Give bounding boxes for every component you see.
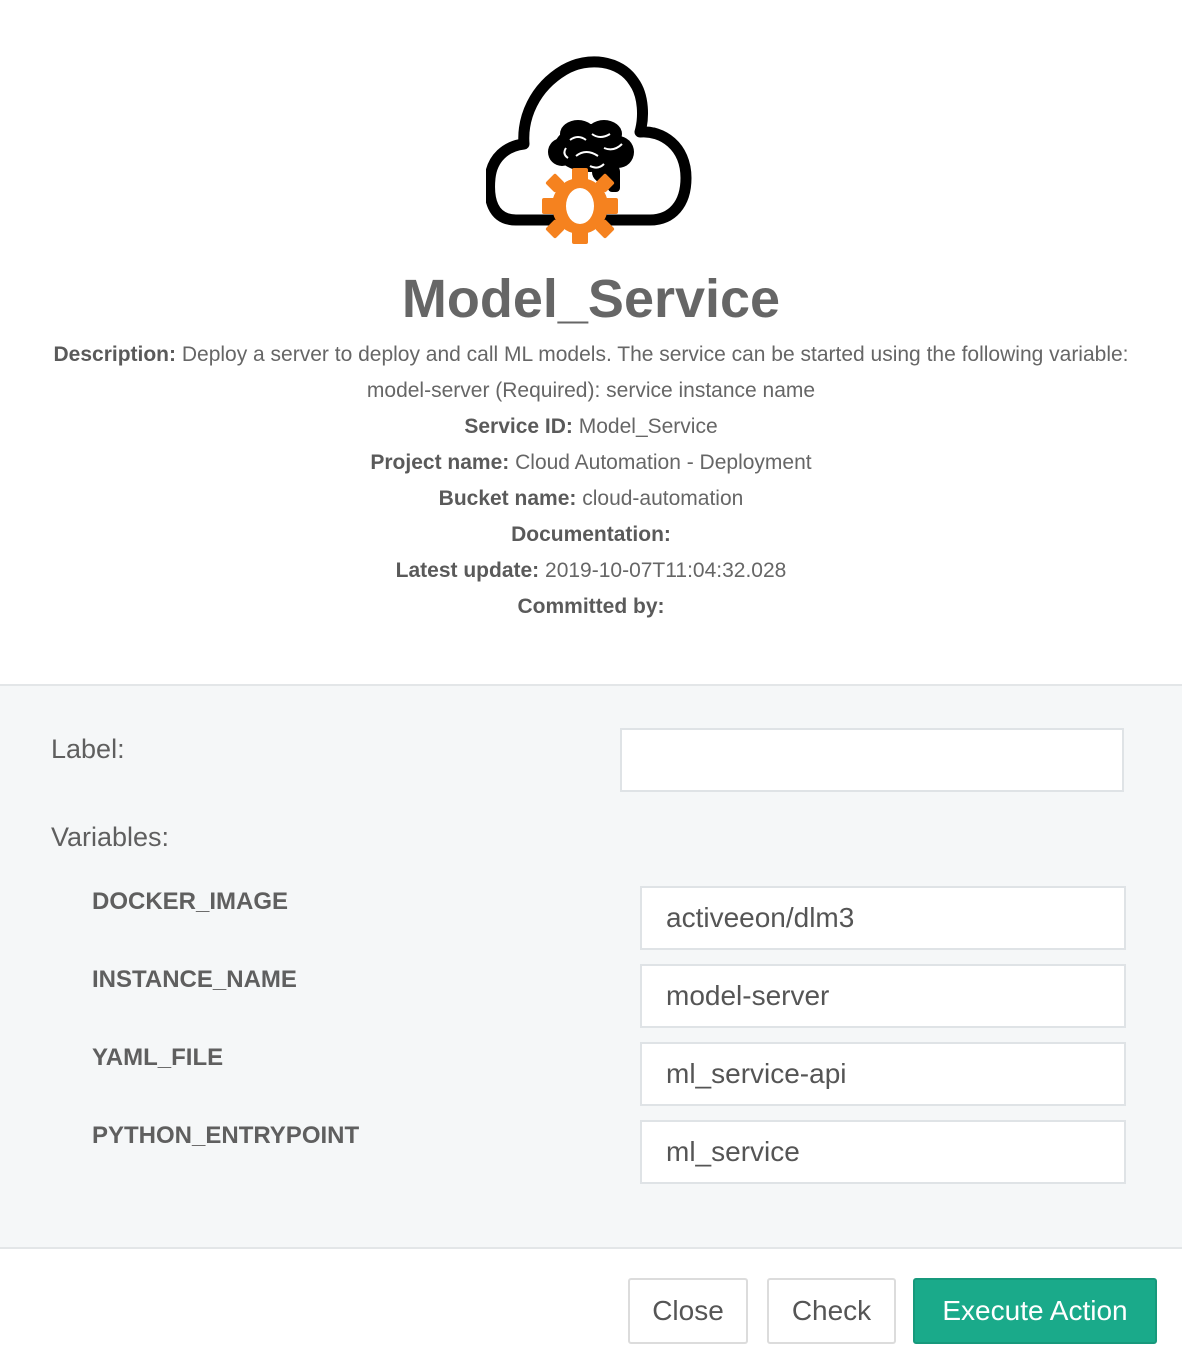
service-id-label: Service ID: xyxy=(464,415,573,438)
variable-name-yaml-file: YAML_FILE xyxy=(92,1044,224,1071)
check-button[interactable]: Check xyxy=(767,1278,896,1344)
documentation-row: Documentation: xyxy=(20,517,1162,553)
variable-name-instance-name: INSTANCE_NAME xyxy=(92,966,297,993)
update-value: 2019-10-07T11:04:32.028 xyxy=(545,559,787,582)
yaml-file-input[interactable] xyxy=(640,1042,1126,1106)
bucket-row: Bucket name: cloud-automation xyxy=(20,481,1162,517)
service-id-value: Model_Service xyxy=(578,415,718,438)
variables-form: Label: Variables: DOCKER_IMAGE INSTANCE_… xyxy=(0,684,1182,1249)
cloud-brain-gear-icon xyxy=(486,56,692,244)
python-entrypoint-input[interactable] xyxy=(640,1120,1126,1184)
update-label: Latest update: xyxy=(395,559,540,582)
committed-row: Committed by: xyxy=(20,589,1162,625)
close-button[interactable]: Close xyxy=(628,1278,748,1344)
project-value: Cloud Automation - Deployment xyxy=(515,451,812,474)
variable-name-python-entrypoint: PYTHON_ENTRYPOINT xyxy=(92,1122,360,1149)
update-row: Latest update: 2019-10-07T11:04:32.028 xyxy=(20,553,1162,589)
execute-action-button[interactable]: Execute Action xyxy=(913,1278,1157,1344)
description-row: Description: Deploy a server to deploy a… xyxy=(20,337,1162,409)
docker-image-input[interactable] xyxy=(640,886,1126,950)
committed-label: Committed by: xyxy=(517,595,665,618)
description-label: Description: xyxy=(53,343,176,366)
project-label: Project name: xyxy=(370,451,510,474)
bucket-value: cloud-automation xyxy=(582,487,744,510)
label-field-label: Label: xyxy=(51,734,125,764)
service-id-row: Service ID: Model_Service xyxy=(20,409,1162,445)
instance-name-input[interactable] xyxy=(640,964,1126,1028)
service-info: Description: Deploy a server to deploy a… xyxy=(20,337,1162,625)
variables-heading: Variables: xyxy=(51,822,170,852)
bucket-label: Bucket name: xyxy=(438,487,577,510)
project-row: Project name: Cloud Automation - Deploym… xyxy=(20,445,1162,481)
description-text: Deploy a server to deploy and call ML mo… xyxy=(181,343,1129,402)
variable-name-docker-image: DOCKER_IMAGE xyxy=(92,888,289,915)
service-header: Model_Service Description: Deploy a serv… xyxy=(0,0,1182,684)
label-input[interactable] xyxy=(620,728,1124,792)
page-title: Model_Service xyxy=(401,269,781,329)
documentation-label: Documentation: xyxy=(511,523,671,546)
